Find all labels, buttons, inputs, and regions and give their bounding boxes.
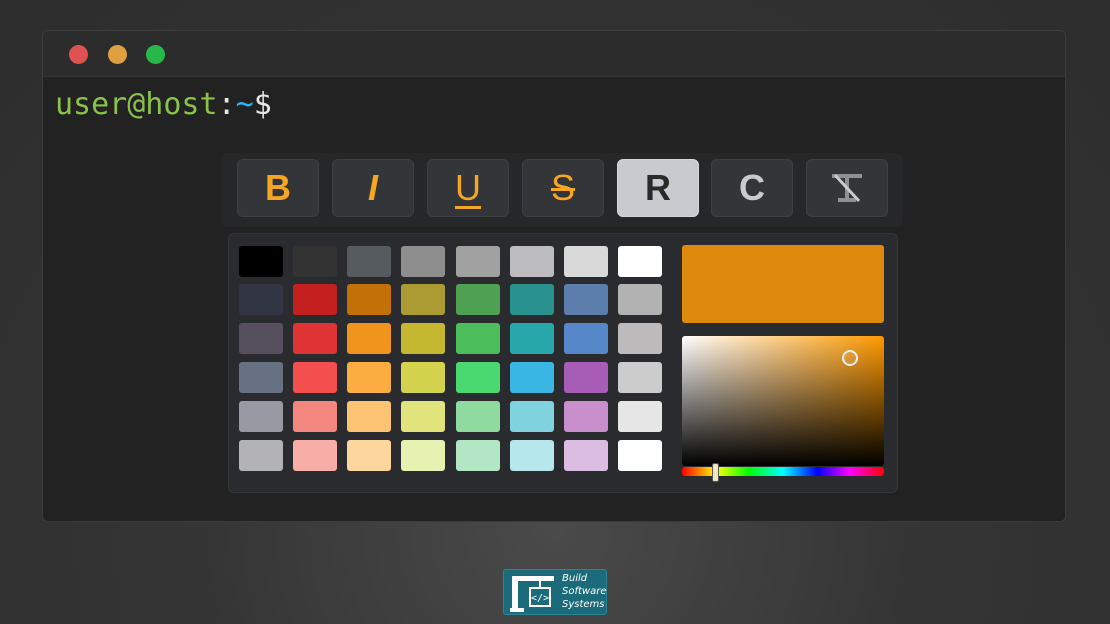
underline-label: U [455,167,481,208]
color-swatch[interactable] [401,401,445,432]
color-swatch[interactable] [456,246,500,277]
logo-line-software: Software [562,586,607,597]
color-swatch[interactable] [347,401,391,432]
color-swatch[interactable] [564,401,608,432]
color-swatch[interactable] [564,246,608,277]
color-swatch[interactable] [347,246,391,277]
logo-text: Build Software Systems [562,572,606,611]
color-swatch[interactable] [564,362,608,393]
prompt-path: ~ [235,87,254,122]
italic-label: I [367,167,378,208]
hue-slider-handle[interactable] [712,463,719,482]
color-swatch[interactable] [564,440,608,471]
color-swatch[interactable] [456,401,500,432]
color-swatch[interactable] [239,284,283,315]
maximize-window-button[interactable] [146,45,165,64]
logo-line-build: Build [562,573,588,584]
color-swatch[interactable] [510,440,554,471]
clear-format-button[interactable] [806,159,888,217]
color-swatch[interactable] [618,440,662,471]
color-swatch[interactable] [618,284,662,315]
color-swatch[interactable] [347,323,391,354]
color-swatch[interactable] [510,362,554,393]
reverse-button[interactable]: R [617,159,699,217]
color-swatch[interactable] [618,323,662,354]
crane-code-icon: </> [510,576,554,612]
color-picker [228,233,898,493]
close-window-button[interactable] [69,45,88,64]
color-swatch[interactable] [564,284,608,315]
color-swatch[interactable] [456,284,500,315]
prompt-separator: : [217,87,236,122]
color-swatch[interactable] [293,323,337,354]
terminal-window: user@host:~$ B I U S R C [42,30,1066,522]
color-swatch[interactable] [401,246,445,277]
hue-slider[interactable] [682,463,884,482]
svg-text:</>: </> [531,593,549,604]
color-swatch[interactable] [401,440,445,471]
color-swatch[interactable] [293,401,337,432]
color-swatch[interactable] [293,284,337,315]
color-button[interactable]: C [711,159,793,217]
clear-format-icon [832,173,862,203]
saturation-value-area[interactable] [682,336,884,466]
prompt-symbol: $ [253,87,272,122]
color-swatch[interactable] [510,246,554,277]
italic-button[interactable]: I [332,159,414,217]
prompt-user-host: user@host [55,87,218,122]
title-bar [43,31,1065,77]
bold-label: B [265,167,291,208]
format-toolbar: B I U S R C [221,153,903,227]
strikethrough-button[interactable]: S [522,159,604,217]
color-swatch[interactable] [456,440,500,471]
saturation-value-handle[interactable] [842,350,858,366]
minimize-window-button[interactable] [108,45,127,64]
color-swatch[interactable] [510,401,554,432]
color-swatch[interactable] [401,284,445,315]
color-swatch[interactable] [293,362,337,393]
logo-line-systems: Systems [562,599,605,610]
color-swatch[interactable] [347,362,391,393]
shell-prompt: user@host:~$ [55,85,272,125]
color-swatch[interactable] [401,362,445,393]
color-swatch[interactable] [618,401,662,432]
color-swatch[interactable] [618,362,662,393]
color-label: C [739,167,765,208]
color-swatch[interactable] [239,362,283,393]
color-swatch[interactable] [239,401,283,432]
color-swatch[interactable] [456,362,500,393]
color-swatch[interactable] [347,284,391,315]
color-swatch[interactable] [239,323,283,354]
color-swatch[interactable] [293,440,337,471]
color-swatch[interactable] [510,323,554,354]
selected-color-preview [682,245,884,323]
color-swatch[interactable] [510,284,554,315]
color-swatch[interactable] [239,246,283,277]
color-swatch[interactable] [401,323,445,354]
reverse-label: R [645,167,671,208]
color-swatch[interactable] [239,440,283,471]
color-swatch[interactable] [618,246,662,277]
color-swatch[interactable] [456,323,500,354]
bold-button[interactable]: B [237,159,319,217]
color-swatch[interactable] [564,323,608,354]
strikethrough-label: S [550,167,575,208]
build-software-systems-logo: </> Build Software Systems [503,569,607,615]
underline-button[interactable]: U [427,159,509,217]
color-swatch[interactable] [347,440,391,471]
color-swatch[interactable] [293,246,337,277]
